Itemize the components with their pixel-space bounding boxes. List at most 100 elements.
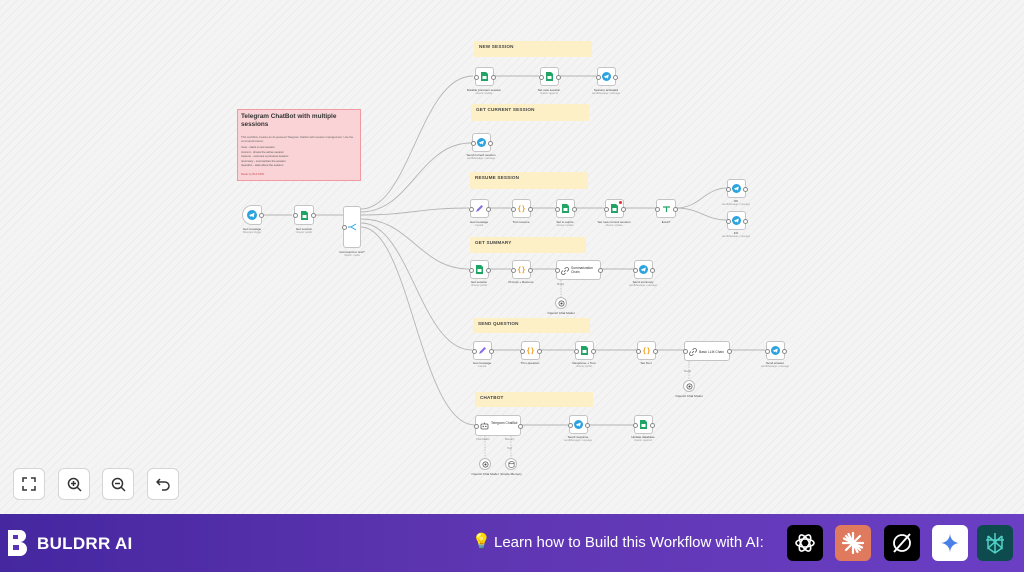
sheets-node[interactable] (473, 67, 496, 86)
node-title: Basic LLM Chain (699, 350, 724, 354)
section-resume-session: RESUME SESSION (470, 172, 588, 189)
section-title: CHATBOT (480, 395, 504, 400)
node-subtitle: sheets: getAll (296, 231, 312, 234)
port-label: Model (684, 370, 692, 373)
telegram-node[interactable] (567, 415, 590, 434)
footer-banner: BULDRR AI 💡 Learn how to Build this Work… (0, 514, 1024, 572)
cta-text: Learn how to Build this Workflow with AI… (494, 534, 764, 551)
node-subtitle: sheets: append (540, 92, 558, 95)
ai-agent-node[interactable]: Telegram ChatBot (473, 415, 523, 436)
perplexity-button[interactable] (977, 525, 1013, 561)
claude-button[interactable] (835, 525, 871, 561)
openai-model-node[interactable] (479, 458, 491, 470)
port-label: Tool (507, 447, 512, 450)
code-node[interactable]: {} (635, 341, 658, 360)
code-node[interactable]: {} (510, 199, 533, 218)
section-title: NEW SESSION (479, 44, 514, 49)
robot-icon (480, 422, 489, 430)
warning-dot-icon (619, 201, 622, 204)
gemini-button[interactable] (932, 525, 968, 561)
chatgpt-button[interactable] (787, 525, 823, 561)
section-new-session: NEW SESSION (474, 41, 592, 57)
sheets-node[interactable] (603, 199, 626, 218)
fit-view-button[interactable] (13, 468, 45, 500)
google-sheets-icon (481, 72, 488, 81)
google-sheets-icon (562, 204, 569, 213)
node-subtitle: sendMessage: message (721, 203, 751, 206)
fit-view-icon (22, 477, 36, 491)
telegram-node[interactable] (595, 67, 618, 86)
node-subtitle: manual (477, 365, 487, 368)
undo-button[interactable] (147, 468, 179, 500)
note-command: /current - shows the active session (241, 149, 284, 154)
node-title: Telegram ChatBot (491, 421, 518, 425)
node-subtitle: sheets: update (556, 224, 574, 227)
note-title: Telegram ChatBot with multiple sessions (241, 113, 337, 128)
zoom-in-button[interactable] (58, 468, 90, 500)
telegram-icon (477, 138, 486, 147)
buldrr-logo-icon (8, 530, 27, 556)
workflow-canvas[interactable]: NEW SESSION GET CURRENT SESSION RESUME S… (0, 0, 1024, 514)
telegram-node[interactable] (470, 133, 493, 152)
section-title: GET SUMMARY (475, 240, 512, 245)
sheets-node[interactable] (554, 199, 577, 218)
if-icon (662, 205, 670, 212)
section-title: SEND QUESTION (478, 321, 519, 326)
sheets-node[interactable] (538, 67, 561, 86)
telegram-trigger-node[interactable] (242, 205, 264, 225)
telegram-icon (639, 265, 648, 274)
grok-button[interactable] (884, 525, 920, 561)
section-title: GET CURRENT SESSION (476, 107, 535, 112)
sheets-node[interactable] (573, 341, 596, 360)
chain-link-icon (561, 267, 569, 275)
connection (360, 75, 474, 210)
google-sheets-icon (476, 265, 483, 274)
memory-node[interactable] (505, 458, 517, 470)
telegram-node[interactable] (764, 341, 787, 360)
basic-llm-chain-node[interactable]: Basic LLM Chain (682, 341, 732, 361)
brand-name: BULDRR AI (37, 534, 133, 553)
openai-model-node[interactable] (555, 297, 567, 309)
port-label: Memory (505, 438, 515, 441)
switch-node[interactable] (341, 206, 361, 248)
node-title: Summarization Chain (571, 266, 593, 274)
if-node[interactable] (654, 199, 678, 218)
openai-model-node[interactable] (683, 380, 695, 392)
code-node[interactable]: {} (510, 260, 533, 279)
node-subtitle: sheets: getAll (576, 365, 592, 368)
grok-icon (893, 533, 911, 553)
code-node[interactable]: {} (519, 341, 542, 360)
sheets-node[interactable] (468, 260, 491, 279)
database-icon (508, 460, 514, 468)
node-label: Trim question (520, 361, 540, 365)
lightbulb-icon: 💡 (472, 533, 491, 550)
note-footer: Made by BULDRR (241, 172, 265, 176)
sheets-node[interactable] (632, 415, 655, 434)
edit-node[interactable] (471, 341, 494, 360)
node-subtitle: sheets: update (605, 224, 623, 227)
telegram-node[interactable] (725, 179, 748, 198)
code-icon: {} (517, 265, 526, 274)
telegram-icon (574, 420, 583, 429)
zoom-out-button[interactable] (102, 468, 134, 500)
claude-icon (841, 531, 865, 555)
telegram-node[interactable] (632, 260, 655, 279)
connection (360, 142, 472, 213)
connections-layer (262, 75, 765, 457)
node-subtitle: Switch: mode (344, 254, 360, 257)
workflow-description-note[interactable]: Telegram ChatBot with multiple sessions … (237, 109, 361, 181)
summarization-chain-node[interactable]: Summarization Chain (554, 260, 603, 280)
telegram-node[interactable] (725, 211, 748, 230)
section-get-summary: GET SUMMARY (470, 237, 586, 253)
openai-icon (482, 461, 488, 467)
section-title: RESUME SESSION (475, 175, 520, 180)
sheets-node[interactable] (292, 205, 316, 225)
node-subtitle: sendMessage: message (466, 157, 496, 160)
chain-link-icon (689, 348, 697, 356)
perplexity-icon (986, 533, 1004, 554)
section-send-question: SEND QUESTION (473, 318, 590, 333)
section-chatbot: CHATBOT (475, 392, 593, 407)
edit-node[interactable] (468, 199, 491, 218)
undo-icon (156, 478, 170, 491)
port-label: Model (557, 283, 565, 286)
